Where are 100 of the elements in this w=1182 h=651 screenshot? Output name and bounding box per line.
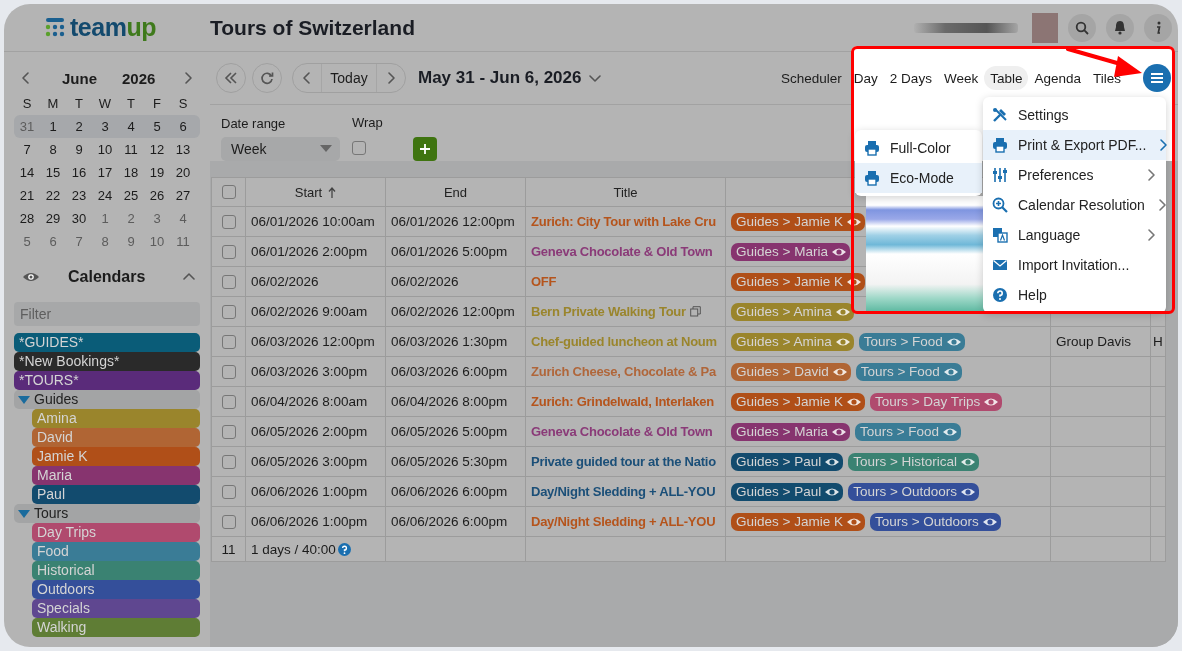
day-cell[interactable]: 5 (144, 119, 170, 134)
folder-row[interactable]: Guides (14, 390, 200, 409)
today-button[interactable]: Today (321, 64, 377, 92)
menu-item[interactable]: Preferences (983, 160, 1166, 190)
row-checkbox[interactable] (221, 454, 236, 469)
day-cell[interactable]: 27 (170, 188, 196, 203)
view-tab[interactable]: Scheduler (775, 66, 848, 90)
day-cell[interactable]: 6 (170, 119, 196, 134)
day-cell[interactable]: 2 (66, 119, 92, 134)
day-cell[interactable]: 13 (170, 142, 196, 157)
column-header[interactable]: Start (294, 184, 337, 200)
day-cell[interactable]: 12 (144, 142, 170, 157)
view-tab[interactable]: Tiles (1087, 66, 1127, 90)
menu-item[interactable]: Print & Export PDF... (983, 130, 1166, 160)
day-cell[interactable]: 17 (92, 165, 118, 180)
wrap-checkbox[interactable] (352, 141, 366, 155)
row-checkbox[interactable] (221, 304, 236, 319)
day-cell[interactable]: 15 (40, 165, 66, 180)
row-checkbox[interactable] (221, 364, 236, 379)
filter-field[interactable]: Filter (14, 302, 200, 326)
calendar-tag[interactable]: Guides > Jamie K (731, 272, 865, 291)
menu-item[interactable]: Import Invitation... (983, 250, 1166, 280)
row-checkbox[interactable] (221, 394, 236, 409)
calendar-item[interactable]: *TOURS* (14, 371, 200, 390)
row-checkbox[interactable] (221, 334, 236, 349)
row-checkbox[interactable] (221, 214, 236, 229)
calendar-item[interactable]: Day Trips (32, 523, 200, 542)
menu-item[interactable]: Language (983, 220, 1166, 250)
calendar-tag[interactable]: Guides > Jamie K (731, 212, 865, 231)
row-checkbox[interactable] (221, 514, 236, 529)
select-all-checkbox[interactable] (221, 185, 236, 199)
day-cell[interactable]: 11 (118, 142, 144, 157)
week-row[interactable]: 28 29 30 1 2 3 4 (14, 207, 200, 230)
day-cell[interactable]: 23 (66, 188, 92, 203)
calendar-tag[interactable]: Guides > Paul (731, 482, 844, 501)
menu-item[interactable]: Settings (983, 100, 1166, 130)
week-row[interactable]: 21 22 23 24 25 26 27 (14, 184, 200, 207)
view-tab[interactable]: Week (937, 66, 985, 90)
day-cell[interactable]: 28 (14, 211, 40, 226)
day-cell[interactable]: 1 (40, 119, 66, 134)
info-button[interactable] (1144, 13, 1172, 42)
year-label[interactable]: 2026 (122, 69, 176, 87)
folder-row[interactable]: Tours (14, 504, 200, 523)
calendar-item[interactable]: Jamie K (32, 447, 200, 466)
view-tab[interactable]: Day (847, 66, 884, 90)
day-cell[interactable]: 20 (170, 165, 196, 180)
calendar-tag[interactable]: Guides > Maria (731, 242, 850, 261)
add-button[interactable] (412, 137, 437, 161)
calendar-item[interactable]: *GUIDES* (14, 333, 200, 352)
day-cell[interactable]: 25 (118, 188, 144, 203)
day-cell[interactable]: 16 (66, 165, 92, 180)
week-row[interactable]: 31 1 2 3 4 5 6 (14, 115, 200, 138)
day-cell[interactable]: 26 (144, 188, 170, 203)
calendar-item[interactable]: Specials (32, 599, 200, 618)
calendar-item[interactable]: Paul (32, 485, 200, 504)
row-checkbox[interactable] (221, 244, 236, 259)
row-checkbox[interactable] (221, 424, 236, 439)
calendar-tag[interactable]: Guides > Jamie K (731, 512, 865, 531)
day-cell[interactable]: 29 (40, 211, 66, 226)
day-cell[interactable]: 8 (40, 142, 66, 157)
date-range-button[interactable]: May 31 - Jun 6, 2026 (418, 68, 602, 88)
date-range-select[interactable]: Week (221, 137, 340, 161)
calendar-tag[interactable]: Guides > Jamie K (731, 392, 865, 411)
day-cell[interactable]: 24 (92, 188, 118, 203)
day-cell[interactable]: 21 (14, 188, 40, 203)
day-cell[interactable]: 14 (14, 165, 40, 180)
calendar-item[interactable]: *New Bookings* (14, 352, 200, 371)
submenu-item[interactable]: Eco-Mode (855, 163, 982, 193)
menu-item[interactable]: Help (983, 280, 1166, 310)
calendar-tag[interactable]: Guides > Maria (731, 422, 850, 441)
day-cell[interactable]: 4 (118, 119, 144, 134)
day-cell[interactable]: 10 (92, 142, 118, 157)
calendar-tag[interactable]: Tours > Day Trips (869, 392, 1003, 411)
calendar-item[interactable]: Outdoors (32, 580, 200, 599)
menu-item[interactable]: Calendar Resolution (983, 190, 1166, 220)
day-cell[interactable]: 9 (66, 142, 92, 157)
avatar-placeholder (1032, 12, 1058, 43)
month-label[interactable]: June (62, 69, 122, 87)
week-row[interactable]: 7 8 9 10 11 12 13 (14, 138, 200, 161)
day-cell[interactable]: 22 (40, 188, 66, 203)
calendar-item[interactable]: Maria (32, 466, 200, 485)
day-cell[interactable]: 7 (14, 142, 40, 157)
calendar-tag[interactable]: Tours > Outdoors (869, 512, 1001, 531)
submenu-item[interactable]: Full-Color (855, 133, 982, 163)
day-cell[interactable]: 30 (66, 211, 92, 226)
day-cell[interactable]: 3 (92, 119, 118, 134)
calendar-tag[interactable]: Guides > Paul (731, 452, 844, 471)
row-checkbox[interactable] (221, 484, 236, 499)
row-checkbox[interactable] (221, 274, 236, 289)
day-cell[interactable]: 18 (118, 165, 144, 180)
search-button[interactable] (1068, 13, 1096, 42)
column-header[interactable]: Title (613, 184, 638, 200)
view-tab[interactable]: Agenda (1028, 66, 1087, 90)
view-tab[interactable]: Table (984, 66, 1029, 90)
column-header[interactable]: End (443, 184, 468, 200)
calendar-tag[interactable]: Tours > Outdoors (848, 482, 980, 501)
notifications-button[interactable] (1106, 13, 1134, 42)
day-cell[interactable]: 19 (144, 165, 170, 180)
week-row[interactable]: 14 15 16 17 18 19 20 (14, 161, 200, 184)
view-tab[interactable]: 2 Days (883, 66, 938, 90)
